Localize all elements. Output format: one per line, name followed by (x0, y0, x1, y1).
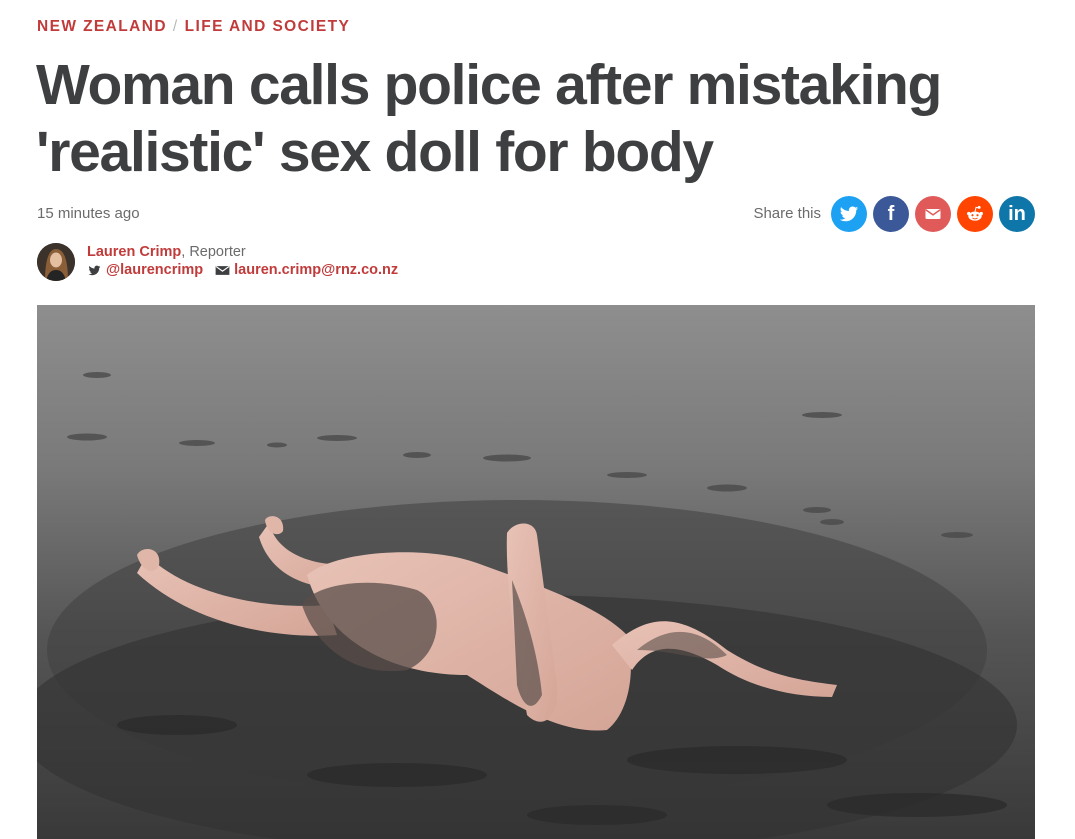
share-facebook-button[interactable]: f (873, 195, 909, 232)
twitter-bird-icon (839, 206, 859, 221)
breadcrumb: NEW ZEALAND / LIFE AND SOCIETY (37, 18, 350, 36)
twitter-bird-icon (88, 265, 101, 275)
avatar-photo (37, 243, 75, 281)
avatar[interactable] (37, 243, 75, 281)
author-email-link[interactable]: lauren.crimp@rnz.co.nz (215, 261, 398, 279)
article-timestamp: 15 minutes ago (37, 205, 140, 222)
share-email-button[interactable] (915, 195, 951, 232)
author-twitter-link[interactable]: @laurencrimp (87, 261, 203, 279)
author-twitter-handle: @laurencrimp (106, 262, 204, 278)
article-headline: Woman calls police after mistaking 'real… (36, 53, 942, 184)
share-twitter-button[interactable] (831, 195, 867, 232)
linkedin-in-icon: in (1008, 202, 1026, 225)
author-name-link[interactable]: Lauren Crimp (87, 244, 181, 260)
share-label: Share this (753, 205, 821, 222)
author-byline: Lauren Crimp, Reporter @laurencrimp laur… (37, 243, 398, 281)
photo-doll-on-black-sand-beach (37, 305, 1035, 839)
facebook-f-icon: f (887, 202, 895, 225)
share-bar: Share this f in (753, 195, 1035, 232)
envelope-icon (215, 265, 230, 275)
author-role: Reporter (189, 244, 246, 260)
author-email-address: lauren.crimp@rnz.co.nz (234, 262, 399, 278)
breadcrumb-new-zealand[interactable]: NEW ZEALAND (37, 18, 167, 35)
hero-image (37, 305, 1035, 839)
share-linkedin-button[interactable]: in (999, 195, 1035, 232)
breadcrumb-separator: / (172, 18, 179, 35)
envelope-icon (925, 208, 941, 219)
breadcrumb-life-and-society[interactable]: LIFE AND SOCIETY (185, 18, 351, 35)
share-reddit-button[interactable] (957, 195, 993, 232)
author-role-separator: , (181, 244, 186, 260)
reddit-alien-icon (967, 205, 983, 221)
